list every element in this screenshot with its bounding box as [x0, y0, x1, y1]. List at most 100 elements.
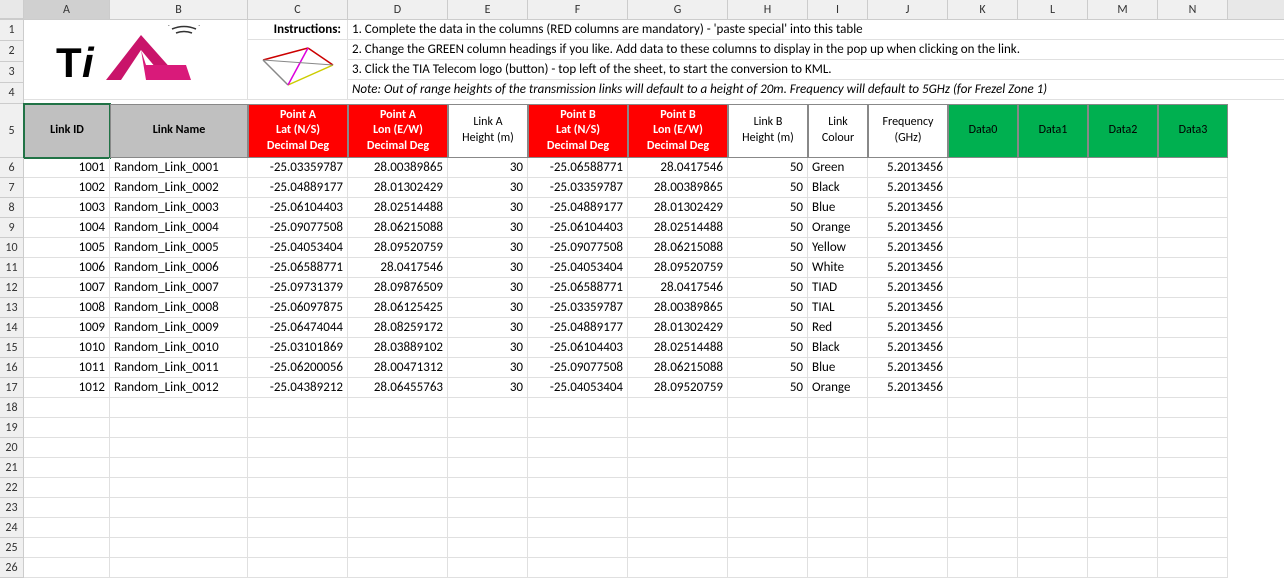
cell[interactable]: [110, 518, 248, 538]
cell[interactable]: [1158, 498, 1228, 518]
cell[interactable]: [1088, 478, 1158, 498]
cell[interactable]: [728, 398, 808, 418]
cell[interactable]: [948, 238, 1018, 258]
row-header[interactable]: 21: [0, 458, 24, 478]
cell[interactable]: [1018, 418, 1088, 438]
cell[interactable]: 28.09520759: [628, 258, 728, 278]
cell[interactable]: [448, 418, 528, 438]
cell[interactable]: [628, 418, 728, 438]
cell[interactable]: 1001: [24, 158, 110, 178]
cell[interactable]: 5.2013456: [868, 238, 948, 258]
cell[interactable]: [628, 558, 728, 578]
cell[interactable]: [868, 498, 948, 518]
cell[interactable]: -25.06097875: [248, 298, 348, 318]
cell[interactable]: [1158, 338, 1228, 358]
cell[interactable]: 50: [728, 198, 808, 218]
row-header[interactable]: 6: [0, 158, 24, 178]
cell[interactable]: [248, 418, 348, 438]
cell[interactable]: 50: [728, 318, 808, 338]
cell[interactable]: 28.09520759: [348, 238, 448, 258]
cell[interactable]: [1158, 378, 1228, 398]
cell[interactable]: -25.09077508: [528, 358, 628, 378]
cell[interactable]: [948, 358, 1018, 378]
cell[interactable]: [728, 438, 808, 458]
header-point-b-lon[interactable]: Point B Lon (E/W) Decimal Deg: [628, 104, 728, 158]
column-header[interactable]: K: [948, 0, 1018, 19]
cell[interactable]: [348, 558, 448, 578]
row-header[interactable]: 25: [0, 538, 24, 558]
cell[interactable]: Random_Link_0012: [110, 378, 248, 398]
cell[interactable]: [24, 518, 110, 538]
column-header[interactable]: G: [628, 0, 728, 19]
cell[interactable]: [628, 458, 728, 478]
tia-logo-button[interactable]: T i: [24, 20, 248, 100]
cell[interactable]: [628, 478, 728, 498]
cell[interactable]: [448, 438, 528, 458]
cell[interactable]: [1088, 218, 1158, 238]
cell[interactable]: 50: [728, 298, 808, 318]
cell[interactable]: [1018, 478, 1088, 498]
cell[interactable]: 1007: [24, 278, 110, 298]
cell[interactable]: [868, 518, 948, 538]
cell[interactable]: [528, 438, 628, 458]
cell[interactable]: -25.04053404: [528, 378, 628, 398]
cell[interactable]: [1018, 158, 1088, 178]
cell[interactable]: [24, 458, 110, 478]
cell[interactable]: 1008: [24, 298, 110, 318]
cell[interactable]: Yellow: [808, 238, 868, 258]
cell[interactable]: [1158, 158, 1228, 178]
cell[interactable]: [1158, 458, 1228, 478]
cell[interactable]: [1018, 318, 1088, 338]
cell[interactable]: [1088, 538, 1158, 558]
cell[interactable]: [1158, 218, 1228, 238]
row-header[interactable]: 18: [0, 398, 24, 418]
cell[interactable]: [348, 538, 448, 558]
cell[interactable]: [948, 158, 1018, 178]
cell[interactable]: [448, 518, 528, 538]
cell[interactable]: -25.04053404: [528, 258, 628, 278]
cell[interactable]: 50: [728, 178, 808, 198]
cell[interactable]: [1018, 238, 1088, 258]
cell[interactable]: [1088, 398, 1158, 418]
cell[interactable]: [110, 438, 248, 458]
cell[interactable]: [948, 318, 1018, 338]
cell[interactable]: 5.2013456: [868, 318, 948, 338]
cell[interactable]: 1006: [24, 258, 110, 278]
header-point-b-lat[interactable]: Point B Lat (N/S) Decimal Deg: [528, 104, 628, 158]
cell[interactable]: [1088, 238, 1158, 258]
cell[interactable]: [24, 398, 110, 418]
cell[interactable]: -25.06588771: [528, 278, 628, 298]
cell[interactable]: [248, 518, 348, 538]
cell[interactable]: [1088, 378, 1158, 398]
cell[interactable]: [948, 558, 1018, 578]
cell[interactable]: [948, 458, 1018, 478]
row-header[interactable]: 10: [0, 238, 24, 258]
cell[interactable]: 5.2013456: [868, 298, 948, 318]
cell[interactable]: [948, 338, 1018, 358]
header-point-a-lon[interactable]: Point A Lon (E/W) Decimal Deg: [348, 104, 448, 158]
cell[interactable]: [110, 398, 248, 418]
row-header[interactable]: 22: [0, 478, 24, 498]
header-data2[interactable]: Data2: [1088, 104, 1158, 158]
cell[interactable]: [948, 498, 1018, 518]
cell[interactable]: [1158, 518, 1228, 538]
cell[interactable]: [948, 278, 1018, 298]
cell[interactable]: [1018, 518, 1088, 538]
cell[interactable]: -25.06200056: [248, 358, 348, 378]
cell[interactable]: [110, 558, 248, 578]
cell[interactable]: [868, 438, 948, 458]
cell[interactable]: [1018, 218, 1088, 238]
cell[interactable]: [1088, 158, 1158, 178]
cell[interactable]: 50: [728, 278, 808, 298]
cell[interactable]: 1004: [24, 218, 110, 238]
cell[interactable]: [1018, 438, 1088, 458]
cell[interactable]: 28.00389865: [348, 158, 448, 178]
cell[interactable]: [1158, 558, 1228, 578]
cell[interactable]: [1088, 258, 1158, 278]
cell[interactable]: [1158, 418, 1228, 438]
cell[interactable]: [808, 418, 868, 438]
cell[interactable]: 50: [728, 258, 808, 278]
cell[interactable]: [110, 498, 248, 518]
cell[interactable]: [1158, 298, 1228, 318]
cell[interactable]: 28.0417546: [628, 158, 728, 178]
